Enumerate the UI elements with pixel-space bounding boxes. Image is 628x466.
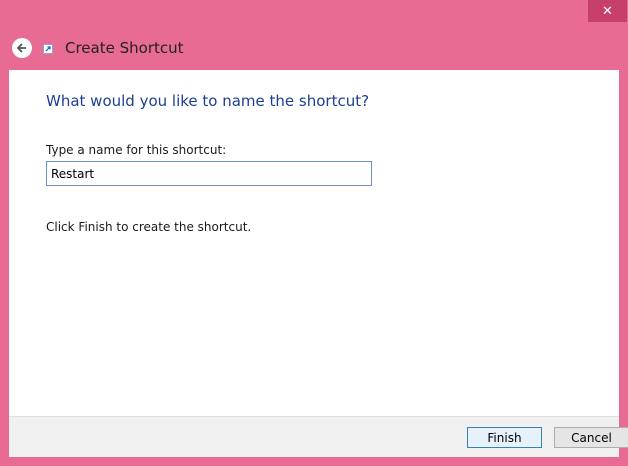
shortcut-name-input[interactable]	[46, 161, 372, 186]
finish-button[interactable]: Finish	[467, 427, 542, 448]
dialog-title: Create Shortcut	[65, 39, 184, 57]
finish-instructions: Click Finish to create the shortcut.	[46, 220, 252, 234]
close-icon: ✕	[602, 3, 613, 19]
back-button[interactable]	[12, 38, 32, 58]
page-heading: What would you like to name the shortcut…	[46, 92, 370, 110]
shortcut-icon	[43, 44, 53, 54]
cancel-button[interactable]: Cancel	[554, 427, 628, 448]
content-panel: What would you like to name the shortcut…	[9, 70, 619, 416]
dialog-header: Create Shortcut	[0, 30, 628, 68]
dialog-footer: Finish Cancel	[9, 416, 628, 457]
dialog-window: ✕ Create Shortcut What would you like to…	[0, 0, 628, 466]
close-button[interactable]: ✕	[588, 0, 627, 22]
name-field-label: Type a name for this shortcut:	[46, 143, 227, 157]
back-arrow-icon	[16, 43, 26, 53]
